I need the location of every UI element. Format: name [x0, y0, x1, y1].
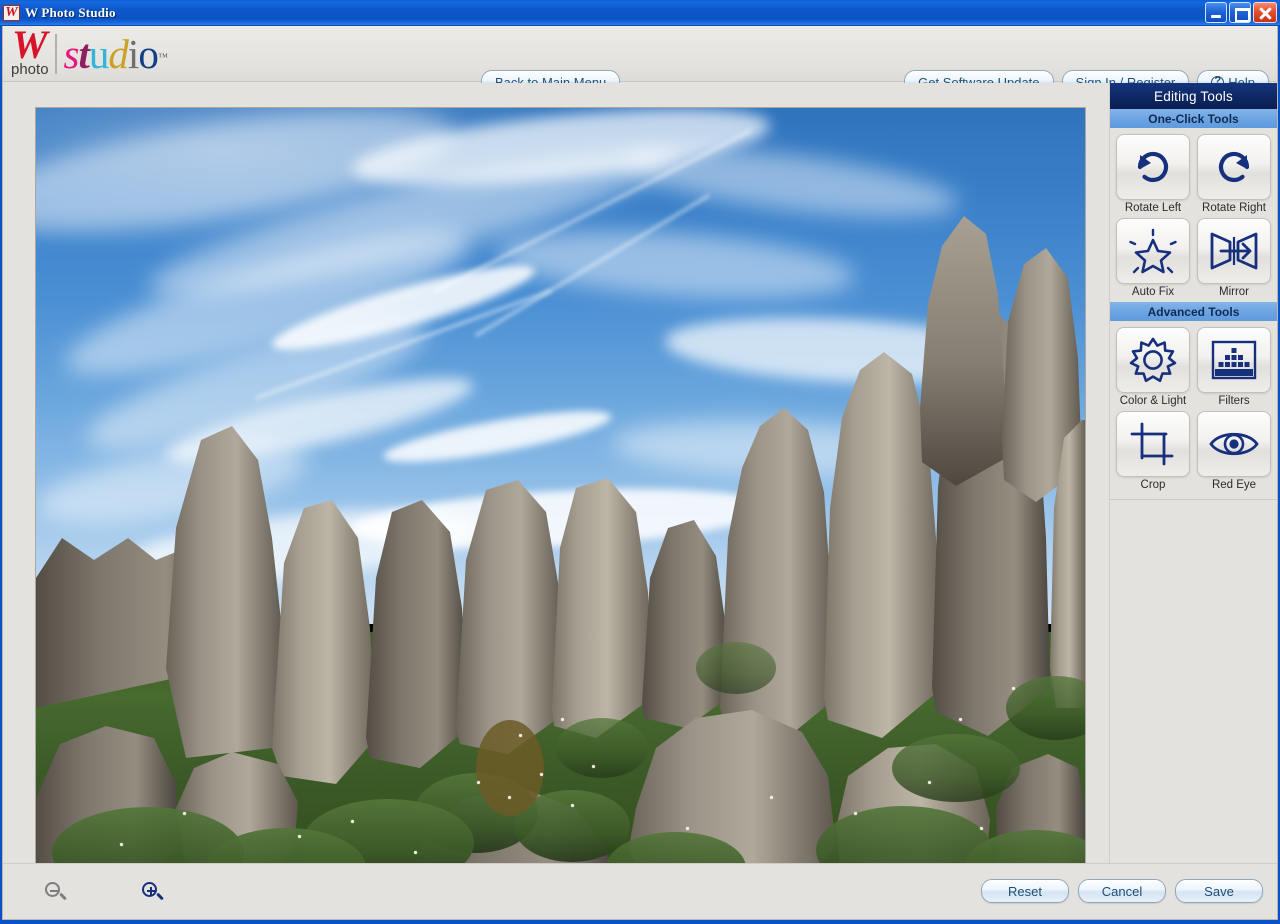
tool-filters-box[interactable] — [1197, 327, 1271, 393]
wildflower — [182, 811, 186, 815]
crop-icon — [1130, 422, 1174, 466]
tool-color-and-light-box[interactable] — [1116, 327, 1190, 393]
rock-formation — [36, 216, 1085, 890]
wildflower — [518, 733, 522, 737]
studio-letter-i: i — [127, 31, 139, 77]
wildflower — [539, 772, 543, 776]
rotate-right-icon — [1218, 151, 1250, 183]
tool-auto-fix-label: Auto Fix — [1131, 286, 1175, 298]
app-header: W photo studio ™ Back to Main Menu Get So… — [3, 26, 1277, 94]
tool-crop-box[interactable] — [1116, 411, 1190, 477]
wildflower — [927, 780, 931, 784]
brand-logo-photo: W photo — [7, 26, 53, 78]
studio-letter-d: d — [108, 31, 128, 77]
brand-logo: W photo studio ™ — [7, 26, 168, 80]
zoom-in-icon — [142, 882, 157, 897]
photo-canvas-area — [3, 83, 1111, 893]
tool-crop-label: Crop — [1140, 479, 1166, 491]
brand-studio-wordmark: studio ™ — [63, 31, 168, 77]
photo-frame[interactable] — [36, 108, 1085, 890]
brand-w-mark: W — [11, 26, 48, 67]
rotate-left-icon — [1137, 151, 1169, 183]
tool-auto-fix[interactable]: Auto Fix — [1115, 218, 1191, 298]
zoom-out-icon — [45, 882, 60, 897]
close-button[interactable] — [1253, 2, 1277, 23]
minimize-button[interactable] — [1205, 2, 1227, 23]
eye-icon — [1209, 432, 1259, 456]
histogram-icon — [1211, 340, 1257, 380]
trademark-symbol: ™ — [158, 52, 168, 63]
studio-letter-t: t — [78, 31, 90, 77]
tool-mirror-box[interactable] — [1197, 218, 1271, 284]
tool-rotate-right[interactable]: Rotate Right — [1196, 134, 1272, 214]
tool-filters-label: Filters — [1218, 395, 1250, 407]
tool-rotate-right-label: Rotate Right — [1202, 202, 1266, 214]
wildflower — [413, 850, 417, 854]
tool-red-eye[interactable]: Red Eye — [1196, 411, 1272, 491]
advanced-tools-grid: Color & Light Filters Crop Red Eye — [1110, 321, 1277, 495]
logo-divider — [54, 34, 57, 74]
one-click-tools-grid: Rotate Left Rotate Right Auto Fix Mirror — [1110, 128, 1277, 302]
wildflower — [350, 819, 354, 823]
auto-fix-star-icon — [1129, 228, 1177, 274]
panel-divider — [1110, 499, 1277, 500]
tool-filters[interactable]: Filters — [1196, 327, 1272, 407]
studio-letter-u: u — [88, 31, 109, 77]
tool-rotate-left[interactable]: Rotate Left — [1115, 134, 1191, 214]
tool-mirror-label: Mirror — [1218, 286, 1250, 298]
client-area: W photo studio ™ Back to Main Menu Get So… — [2, 26, 1278, 920]
save-button[interactable]: Save — [1175, 879, 1263, 903]
studio-letter-o: o — [138, 31, 158, 77]
tool-red-eye-label: Red Eye — [1211, 479, 1257, 491]
tool-color-and-light[interactable]: Color & Light — [1115, 327, 1191, 407]
tool-rotate-left-box[interactable] — [1116, 134, 1190, 200]
tool-rotate-right-box[interactable] — [1197, 134, 1271, 200]
section-header-one-click-tools: One-Click Tools — [1110, 109, 1277, 128]
photo-image[interactable] — [36, 108, 1085, 890]
window-titlebar: W Photo Studio — [0, 0, 1280, 26]
wildflower — [476, 780, 480, 784]
wildflower — [591, 764, 595, 768]
tool-rotate-left-label: Rotate Left — [1124, 202, 1182, 214]
wildflower — [119, 843, 123, 847]
tool-crop[interactable]: Crop — [1115, 411, 1191, 491]
bottom-actions: Reset Cancel Save — [981, 879, 1263, 903]
window-controls — [1205, 2, 1277, 23]
studio-letter-s: s — [63, 31, 80, 77]
panel-title: Editing Tools — [1110, 83, 1277, 109]
window-title: W Photo Studio — [25, 4, 116, 20]
zoom-in-button[interactable] — [140, 880, 166, 906]
section-header-advanced-tools: Advanced Tools — [1110, 302, 1277, 321]
wildflower — [560, 717, 564, 721]
bottom-toolbar: Reset Cancel Save — [3, 863, 1277, 919]
reset-button[interactable]: Reset — [981, 879, 1069, 903]
app-logo-icon — [3, 4, 20, 21]
cancel-button[interactable]: Cancel — [1078, 879, 1166, 903]
wildflower — [570, 803, 574, 807]
maximize-restore-button[interactable] — [1229, 2, 1251, 23]
brand-photo-text: photo — [11, 61, 49, 78]
tool-red-eye-box[interactable] — [1197, 411, 1271, 477]
tool-mirror[interactable]: Mirror — [1196, 218, 1272, 298]
zoom-out-button[interactable] — [43, 880, 69, 906]
mirror-icon — [1210, 232, 1258, 270]
wildflower — [1011, 686, 1015, 690]
tool-auto-fix-box[interactable] — [1116, 218, 1190, 284]
sun-burst-icon — [1129, 337, 1177, 383]
editing-tools-panel: Editing Tools One-Click Tools Rotate Lef… — [1109, 83, 1277, 893]
tool-color-and-light-label: Color & Light — [1119, 395, 1187, 407]
application-window: W Photo Studio W photo studio™ Back to M… — [0, 0, 1280, 924]
